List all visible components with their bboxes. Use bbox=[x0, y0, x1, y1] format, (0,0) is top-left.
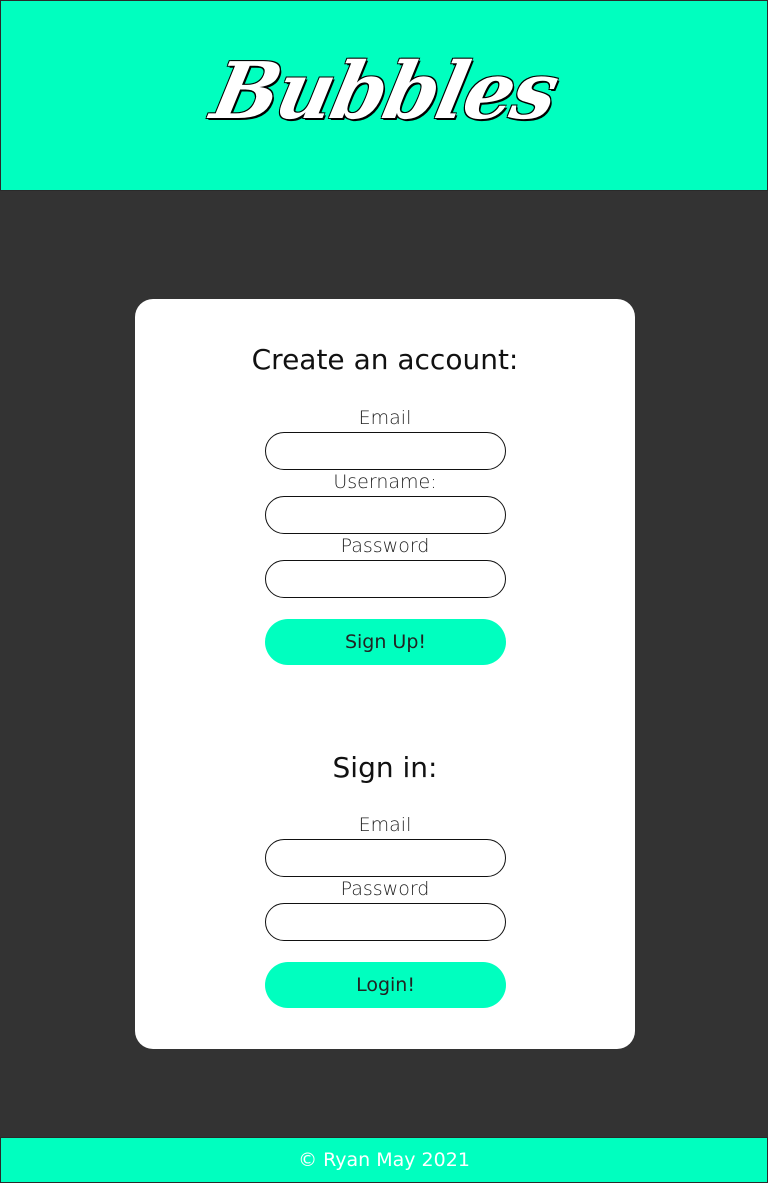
signin-title: Sign in: bbox=[332, 751, 438, 784]
signup-email-label: Email bbox=[358, 407, 412, 429]
copyright-text: © Ryan May 2021 bbox=[298, 1149, 470, 1171]
signin-email-label: Email bbox=[358, 814, 412, 836]
signup-title: Create an account: bbox=[251, 343, 519, 376]
signup-password-label: Password bbox=[340, 535, 430, 557]
site-footer: © Ryan May 2021 bbox=[0, 1137, 768, 1183]
signin-password-label: Password bbox=[340, 878, 430, 900]
signup-password-input[interactable] bbox=[265, 560, 506, 598]
bubbles-logo: Bubbles bbox=[203, 46, 565, 137]
sign-up-button[interactable]: Sign Up! bbox=[265, 619, 506, 665]
login-button[interactable]: Login! bbox=[265, 962, 506, 1008]
signin-password-input[interactable] bbox=[265, 903, 506, 941]
signup-username-input[interactable] bbox=[265, 496, 506, 534]
site-header: Bubbles bbox=[0, 0, 768, 191]
signin-email-input[interactable] bbox=[265, 839, 506, 877]
signup-username-label: Username: bbox=[333, 471, 437, 493]
auth-card: Create an account: Email Username: Passw… bbox=[135, 299, 635, 1049]
signup-email-input[interactable] bbox=[265, 432, 506, 470]
